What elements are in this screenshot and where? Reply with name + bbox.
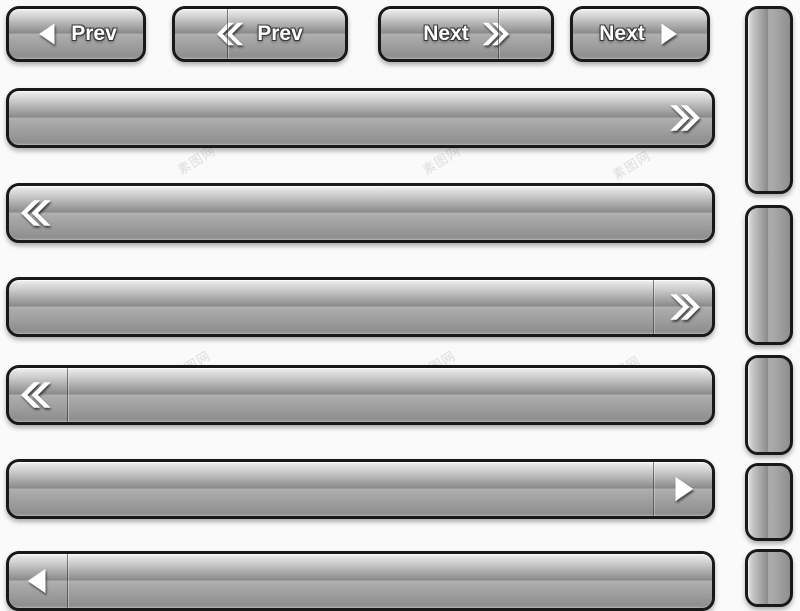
- chevron-double-right-icon: [666, 101, 700, 135]
- nav-button-prev-1[interactable]: Prev: [6, 6, 146, 62]
- side-pill-3[interactable]: [745, 355, 793, 455]
- bar-body[interactable]: [9, 280, 654, 334]
- bar-icon-slot[interactable]: [654, 280, 712, 334]
- button-divider: [227, 9, 228, 59]
- bar-prev-triangle-split[interactable]: [6, 551, 715, 611]
- nav-button-next-4[interactable]: Next: [570, 6, 710, 62]
- triangle-left-icon: [35, 21, 61, 47]
- button-divider: [498, 9, 499, 59]
- bar-icon-slot[interactable]: [654, 462, 712, 516]
- nav-button-next-3[interactable]: Next: [378, 6, 554, 62]
- bar-next-triangle-split[interactable]: [6, 459, 715, 519]
- nav-button-label: Next: [599, 22, 645, 45]
- chevron-double-left-icon: [217, 19, 247, 49]
- bar-divider: [67, 368, 68, 422]
- chevron-double-right-icon: [666, 290, 700, 324]
- bar-body[interactable]: [9, 462, 654, 516]
- bar-prev-chevrons-split[interactable]: [6, 365, 715, 425]
- bar-icon-slot[interactable]: [9, 186, 67, 240]
- chevron-double-left-icon: [21, 196, 55, 230]
- bar-icon-slot[interactable]: [9, 368, 67, 422]
- nav-button-label: Prev: [257, 22, 303, 45]
- nav-button-prev-2[interactable]: Prev: [172, 6, 348, 62]
- chevron-double-left-icon: [21, 378, 55, 412]
- bar-body[interactable]: [9, 91, 654, 145]
- side-pill-2[interactable]: [745, 205, 793, 345]
- bar-divider: [653, 280, 654, 334]
- nav-button-label: Next: [423, 22, 469, 45]
- bar-body[interactable]: [67, 186, 712, 240]
- triangle-right-icon: [655, 21, 681, 47]
- bar-icon-slot[interactable]: [654, 91, 712, 145]
- side-pill-1[interactable]: [745, 6, 793, 194]
- button-set-canvas: 素图网素图网素图网素图网素图网素图网素图网素图网素图网PrevPrevNextN…: [0, 0, 800, 611]
- triangle-left-icon: [23, 566, 53, 596]
- watermark: 素图网: [610, 148, 654, 184]
- bar-next-chevrons[interactable]: [6, 88, 715, 148]
- nav-button-label: Prev: [71, 22, 117, 45]
- bar-next-chevrons-split[interactable]: [6, 277, 715, 337]
- chevron-double-right-icon: [479, 19, 509, 49]
- triangle-right-icon: [668, 474, 698, 504]
- side-pill-4[interactable]: [745, 463, 793, 541]
- bar-icon-slot[interactable]: [9, 554, 67, 608]
- bar-body[interactable]: [67, 554, 712, 608]
- bar-divider: [67, 554, 68, 608]
- side-pill-5[interactable]: [745, 549, 793, 607]
- bar-prev-chevrons[interactable]: [6, 183, 715, 243]
- bar-body[interactable]: [67, 368, 712, 422]
- bar-divider: [653, 462, 654, 516]
